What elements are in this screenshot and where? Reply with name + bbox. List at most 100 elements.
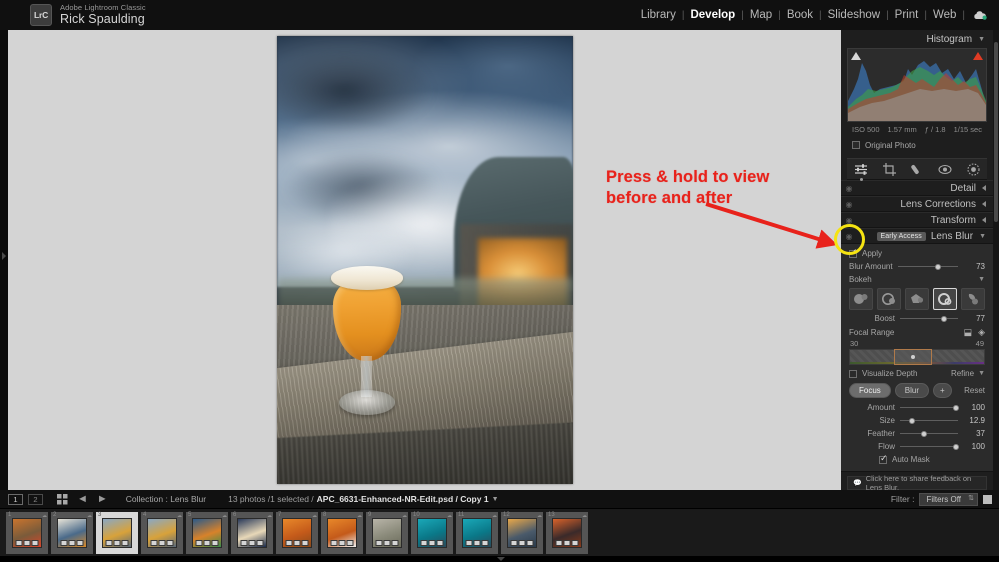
- module-develop[interactable]: Develop: [684, 9, 741, 21]
- module-print[interactable]: Print: [889, 9, 925, 21]
- filmstrip-thumbnail[interactable]: 5 ☁: [186, 511, 228, 554]
- histogram-graph[interactable]: [847, 48, 987, 122]
- blur-amount-value[interactable]: 73: [963, 262, 985, 271]
- focal-range-slider[interactable]: [849, 349, 985, 365]
- filter-toggle-swatch[interactable]: [983, 494, 992, 504]
- lens-corrections-visibility-icon[interactable]: ◉: [841, 200, 857, 209]
- module-book[interactable]: Book: [781, 9, 819, 21]
- feather-slider[interactable]: [900, 429, 958, 439]
- filmstrip-thumbnail[interactable]: 9 ☁: [366, 511, 408, 554]
- depth-picker-icon[interactable]: ⬓: [964, 327, 973, 338]
- loupe-photo[interactable]: [276, 36, 573, 484]
- filmstrip-thumbnail[interactable]: 3: [96, 511, 138, 554]
- lens-blur-feedback-link[interactable]: 💬 Click here to share feedback on Lens B…: [847, 474, 987, 490]
- bokeh-circle[interactable]: [849, 288, 873, 310]
- expand-left-panel-icon[interactable]: [2, 252, 6, 260]
- grid-view-icon[interactable]: [57, 493, 68, 505]
- apply-checkbox[interactable]: [849, 248, 858, 258]
- filter-select[interactable]: Filters Off: [919, 492, 978, 506]
- panel-header-detail[interactable]: ◉ Detail: [841, 180, 993, 196]
- filmstrip-thumbnail[interactable]: 2 ☁: [51, 511, 93, 554]
- detail-visibility-icon[interactable]: ◉: [841, 184, 857, 193]
- cloud-sync-icon[interactable]: [973, 10, 987, 20]
- bokeh-header[interactable]: Bokeh ▼: [841, 273, 993, 285]
- blur-amount-row[interactable]: Blur Amount 73: [841, 260, 993, 273]
- image-canvas[interactable]: [8, 30, 841, 490]
- left-panel-collapsed-strip[interactable]: [0, 30, 8, 490]
- brush-reset-link[interactable]: Reset: [964, 386, 985, 395]
- panel-expand-icon[interactable]: [982, 217, 986, 223]
- filmstrip-thumbnail[interactable]: 6 ☁: [231, 511, 273, 554]
- panel-header-transform[interactable]: ◉ Transform: [841, 212, 993, 228]
- feather-value[interactable]: 37: [963, 429, 985, 438]
- filmstrip-thumbnail[interactable]: 12 ☁: [501, 511, 543, 554]
- masking-icon[interactable]: [966, 162, 981, 177]
- original-photo-checkbox[interactable]: [852, 141, 860, 149]
- focal-range-selection[interactable]: [894, 349, 932, 365]
- panel-header-lens-corrections[interactable]: ◉ Lens Corrections: [841, 196, 993, 212]
- screen-2-button[interactable]: 2: [28, 493, 43, 505]
- scrollbar-thumb[interactable]: [994, 42, 998, 222]
- refine-collapse-icon[interactable]: ▼: [978, 370, 985, 377]
- right-panel-scrollbar[interactable]: [993, 30, 999, 490]
- auto-mask-checkbox[interactable]: [879, 454, 888, 464]
- blur-amount-slider[interactable]: [897, 262, 958, 272]
- auto-mask-row[interactable]: Auto Mask: [841, 453, 993, 466]
- original-photo-row[interactable]: Original Photo: [847, 138, 987, 152]
- basic-adjustments-icon[interactable]: [854, 162, 869, 181]
- healing-brush-icon[interactable]: [910, 162, 925, 177]
- histogram-collapse-icon[interactable]: ▼: [978, 36, 985, 43]
- bokeh-bubble[interactable]: [877, 288, 901, 310]
- red-eye-icon[interactable]: [938, 162, 953, 177]
- module-slideshow[interactable]: Slideshow: [822, 9, 886, 21]
- flow-value[interactable]: 100: [963, 442, 985, 451]
- feather-row[interactable]: Feather 37: [841, 427, 993, 440]
- amount-value[interactable]: 100: [963, 403, 985, 412]
- flow-row[interactable]: Flow 100: [841, 440, 993, 453]
- amount-slider[interactable]: [900, 403, 960, 413]
- filmstrip-thumbnail[interactable]: 1 ☁: [6, 511, 48, 554]
- visualize-depth-checkbox[interactable]: [849, 369, 857, 378]
- lens-blur-visibility-icon[interactable]: ◉: [841, 232, 857, 241]
- crop-overlay-icon[interactable]: [882, 162, 897, 177]
- focal-range-reset-icon[interactable]: ◈: [978, 327, 985, 338]
- panel-expand-icon[interactable]: [982, 185, 986, 191]
- amount-row[interactable]: Amount 100: [841, 401, 993, 414]
- size-row[interactable]: Size 12.9: [841, 414, 993, 427]
- filmstrip-thumbnail[interactable]: 10 ☁: [411, 511, 453, 554]
- filmstrip-thumbnail[interactable]: 4 ☁: [141, 511, 183, 554]
- filename-dropdown-icon[interactable]: ▼: [492, 496, 499, 503]
- panel-expand-icon[interactable]: [982, 201, 986, 207]
- size-value[interactable]: 12.9: [963, 416, 985, 425]
- refine-label[interactable]: Refine: [951, 369, 974, 378]
- filmstrip-thumbnail[interactable]: 7 ☁: [276, 511, 318, 554]
- panel-header-lens-blur[interactable]: ◉ Early Access Lens Blur ▼: [841, 228, 993, 244]
- visualize-depth-row[interactable]: Visualize Depth Refine ▼: [841, 367, 993, 380]
- brush-mode-blur[interactable]: Blur: [894, 383, 930, 398]
- forward-arrow-icon[interactable]: ►: [97, 493, 108, 505]
- app-identity-plate[interactable]: LrC Adobe Lightroom Classic Rick Spauldi…: [30, 3, 146, 26]
- filmstrip-thumbnail[interactable]: 13 ☁: [546, 511, 588, 554]
- current-filename-label[interactable]: APC_6631-Enhanced-NR-Edit.psd / Copy 1: [317, 494, 489, 504]
- module-web[interactable]: Web: [927, 9, 962, 21]
- filmstrip-toggle-icon[interactable]: [497, 557, 505, 561]
- bokeh-5-blade[interactable]: [905, 288, 929, 310]
- boost-slider[interactable]: [900, 314, 958, 324]
- module-map[interactable]: Map: [744, 9, 778, 21]
- transform-visibility-icon[interactable]: ◉: [841, 216, 857, 225]
- boost-row[interactable]: Boost 77: [841, 312, 993, 325]
- bokeh-cat-eye[interactable]: [961, 288, 985, 310]
- filmstrip-thumbnail[interactable]: 8 ☁: [321, 511, 363, 554]
- flow-slider[interactable]: [900, 442, 960, 452]
- brush-mode-focus[interactable]: Focus: [849, 383, 891, 398]
- back-arrow-icon[interactable]: ◄: [77, 493, 88, 505]
- boost-value[interactable]: 77: [963, 314, 985, 323]
- apply-row[interactable]: Apply: [841, 247, 993, 260]
- lens-blur-expand-icon[interactable]: ▼: [979, 233, 986, 240]
- brush-mode-add[interactable]: +: [933, 383, 952, 398]
- histogram-header[interactable]: Histogram ▼: [841, 30, 993, 48]
- screen-1-button[interactable]: 1: [8, 493, 23, 505]
- filmstrip-thumbnail[interactable]: 11 ☁: [456, 511, 498, 554]
- bokeh-collapse-icon[interactable]: ▼: [978, 276, 985, 283]
- module-library[interactable]: Library: [635, 9, 682, 21]
